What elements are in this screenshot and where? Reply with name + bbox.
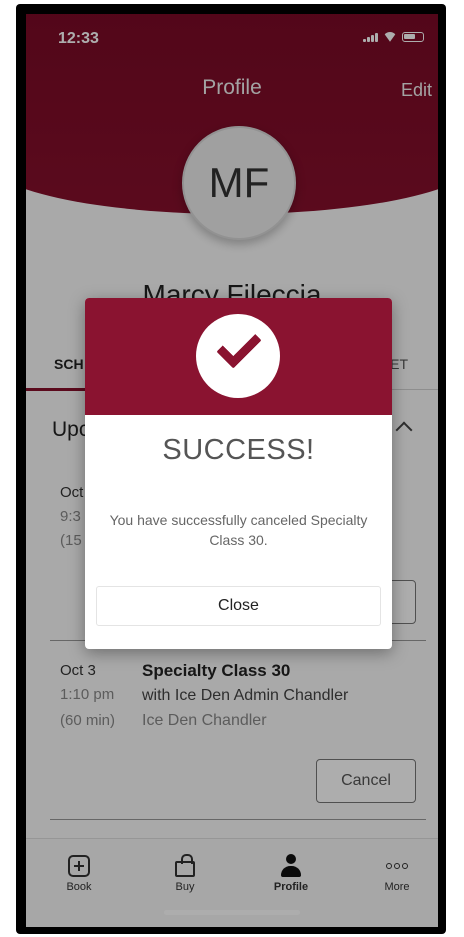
- close-button[interactable]: Close: [96, 586, 381, 626]
- checkmark-icon: [216, 323, 262, 369]
- app-screen: 12:33 Profile Edit MF Marcy Fileccia SCH…: [26, 14, 438, 927]
- success-dialog-header: [85, 298, 392, 415]
- dialog-message: You have successfully canceled Specialty…: [109, 512, 368, 548]
- success-dialog: SUCCESS! You have successfully canceled …: [85, 298, 392, 649]
- checkmark-circle-icon: [196, 314, 280, 398]
- dialog-title: SUCCESS!: [162, 434, 315, 466]
